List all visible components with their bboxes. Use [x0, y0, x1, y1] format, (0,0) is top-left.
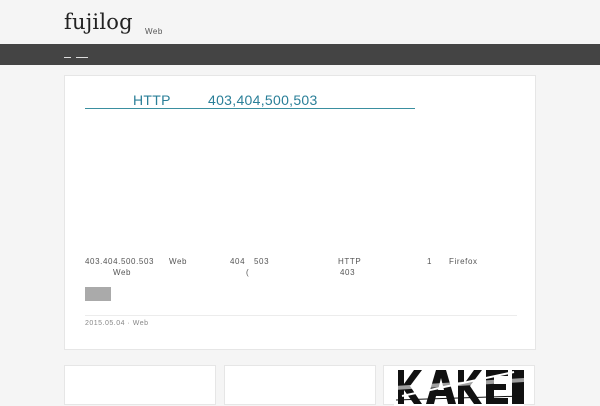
site-tagline: Web — [145, 27, 163, 36]
excerpt-404: 404 — [230, 257, 246, 266]
related-post-card-1[interactable] — [64, 365, 216, 405]
post-meta: 2015.05.04 · Web — [85, 320, 149, 327]
related-post-card-3[interactable] — [383, 365, 535, 406]
graffiti-image — [394, 366, 524, 406]
post-excerpt: 403.404.500.503 Web 404 503 HTTP 1 Firef… — [85, 257, 525, 279]
excerpt-one: 1 — [427, 257, 433, 266]
excerpt-web: Web — [169, 257, 188, 266]
excerpt-web-2: Web — [113, 268, 132, 277]
post-title-codes: 403,404,500,503 — [208, 92, 318, 108]
excerpt-http: HTTP — [338, 257, 362, 266]
nav-item-1-label — [64, 57, 71, 58]
post-title-http: HTTP — [133, 92, 171, 108]
post-title-link[interactable]: HTTP 403,404,500,503 — [85, 92, 415, 109]
nav-item-2-label — [76, 57, 88, 58]
post-divider — [85, 315, 517, 316]
excerpt-503: 503 — [254, 257, 270, 266]
related-post-thumbnail[interactable] — [394, 366, 524, 406]
post-card: HTTP 403,404,500,503 403.404.500.503 Web… — [64, 75, 536, 350]
site-title-link[interactable]: fujilog — [64, 10, 133, 34]
nav-item-2[interactable] — [76, 50, 88, 58]
nav-item-1[interactable] — [64, 50, 71, 58]
excerpt-firefox: Firefox — [449, 257, 478, 266]
site-header: fujilog Web — [0, 0, 600, 44]
excerpt-paren: ( — [246, 268, 250, 277]
excerpt-codes: 403.404.500.503 — [85, 257, 155, 266]
nav-bar — [0, 44, 600, 65]
related-post-card-2[interactable] — [224, 365, 376, 405]
excerpt-403: 403 — [340, 268, 356, 277]
read-more-button[interactable] — [85, 287, 111, 301]
